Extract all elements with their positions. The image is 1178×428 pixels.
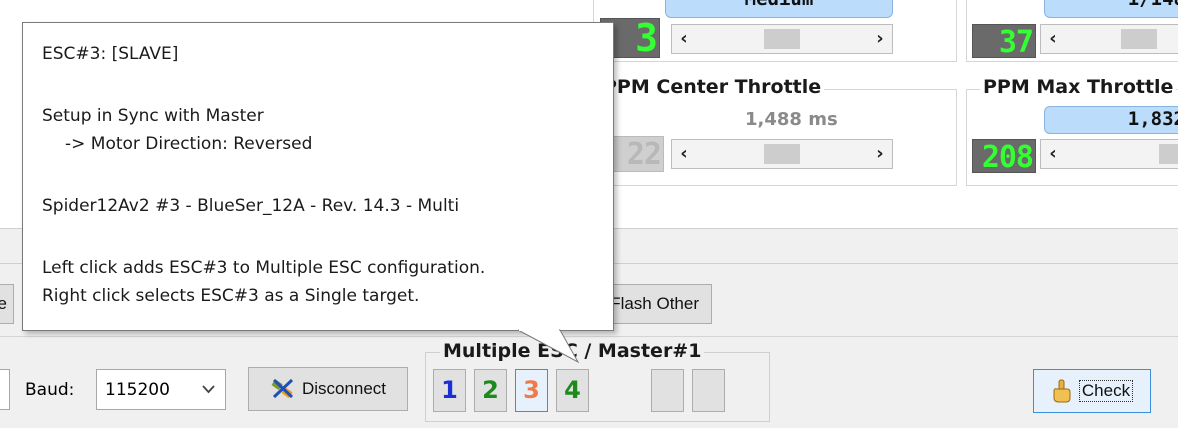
esc-button-3[interactable]: 3 bbox=[515, 369, 548, 412]
check-button[interactable]: Check bbox=[1033, 369, 1151, 413]
esc-button-2[interactable]: 2 bbox=[474, 369, 507, 412]
tooltip-title: ESC#3: [SLAVE] bbox=[42, 44, 179, 64]
slider-thumb[interactable] bbox=[1121, 29, 1157, 49]
slider-ppm-center[interactable]: ‹ › bbox=[671, 139, 893, 169]
esc-button-1[interactable]: 1 bbox=[433, 369, 466, 412]
left-clipped-button[interactable]: e bbox=[0, 284, 14, 324]
clipped-field-edge bbox=[0, 369, 10, 410]
tooltip-left-click: Left click adds ESC#3 to Multiple ESC co… bbox=[42, 258, 486, 278]
slider-right-top[interactable]: ‹ bbox=[1040, 24, 1178, 54]
check-label: Check bbox=[1078, 380, 1134, 402]
disconnect-label: Disconnect bbox=[301, 379, 387, 398]
slider-ppm-max[interactable]: ‹ bbox=[1040, 139, 1178, 169]
value-bar-left-top: Medium bbox=[665, 0, 893, 18]
tooltip-sync: Setup in Sync with Master bbox=[42, 106, 264, 126]
esc-button-5[interactable] bbox=[651, 369, 684, 412]
slider-left-top[interactable]: ‹ › bbox=[671, 24, 893, 54]
lcd-ppm-max: 208 bbox=[972, 139, 1036, 175]
scroll-left-arrow[interactable]: ‹ bbox=[672, 140, 696, 168]
hand-check-icon bbox=[1053, 379, 1071, 403]
baud-select[interactable]: 115200 bbox=[96, 369, 226, 410]
tooltip-firmware: Spider12Av2 #3 - BlueSer_12A - Rev. 14.3… bbox=[42, 196, 460, 216]
slider-thumb[interactable] bbox=[764, 144, 800, 164]
disconnect-button[interactable]: Disconnect bbox=[248, 367, 408, 411]
baud-label: Baud: bbox=[25, 380, 75, 400]
group-title-ppm-center: PPM Center Throttle bbox=[600, 76, 825, 98]
lcd-right-top: 37 bbox=[972, 24, 1036, 60]
esc-tooltip: ESC#3: [SLAVE] Setup in Sync with Master… bbox=[22, 22, 614, 331]
esc-button-4[interactable]: 4 bbox=[556, 369, 589, 412]
tooltip-pointer bbox=[518, 329, 580, 363]
slider-thumb[interactable] bbox=[764, 29, 800, 49]
tooltip-direction: -> Motor Direction: Reversed bbox=[65, 134, 313, 154]
esc-button-6[interactable] bbox=[692, 369, 725, 412]
bottom-separator bbox=[0, 336, 1178, 337]
scroll-left-arrow[interactable]: ‹ bbox=[1041, 140, 1065, 168]
value-text-ppm-center: 1,488 ms bbox=[745, 109, 838, 130]
slider-thumb[interactable] bbox=[1159, 144, 1178, 164]
scroll-left-arrow[interactable]: ‹ bbox=[672, 25, 696, 53]
scroll-right-arrow[interactable]: › bbox=[868, 25, 892, 53]
value-bar-right-top: 1/148 bbox=[1044, 0, 1178, 18]
baud-value: 115200 bbox=[105, 380, 170, 400]
plug-disconnect-icon bbox=[271, 378, 293, 399]
group-title-ppm-max: PPM Max Throttle bbox=[980, 76, 1177, 98]
value-bar-ppm-max: 1,832 bbox=[1044, 106, 1178, 134]
scroll-right-arrow[interactable]: › bbox=[868, 140, 892, 168]
tooltip-right-click: Right click selects ESC#3 as a Single ta… bbox=[42, 286, 420, 306]
chevron-down-icon[interactable] bbox=[202, 385, 215, 394]
scroll-left-arrow[interactable]: ‹ bbox=[1041, 25, 1065, 53]
